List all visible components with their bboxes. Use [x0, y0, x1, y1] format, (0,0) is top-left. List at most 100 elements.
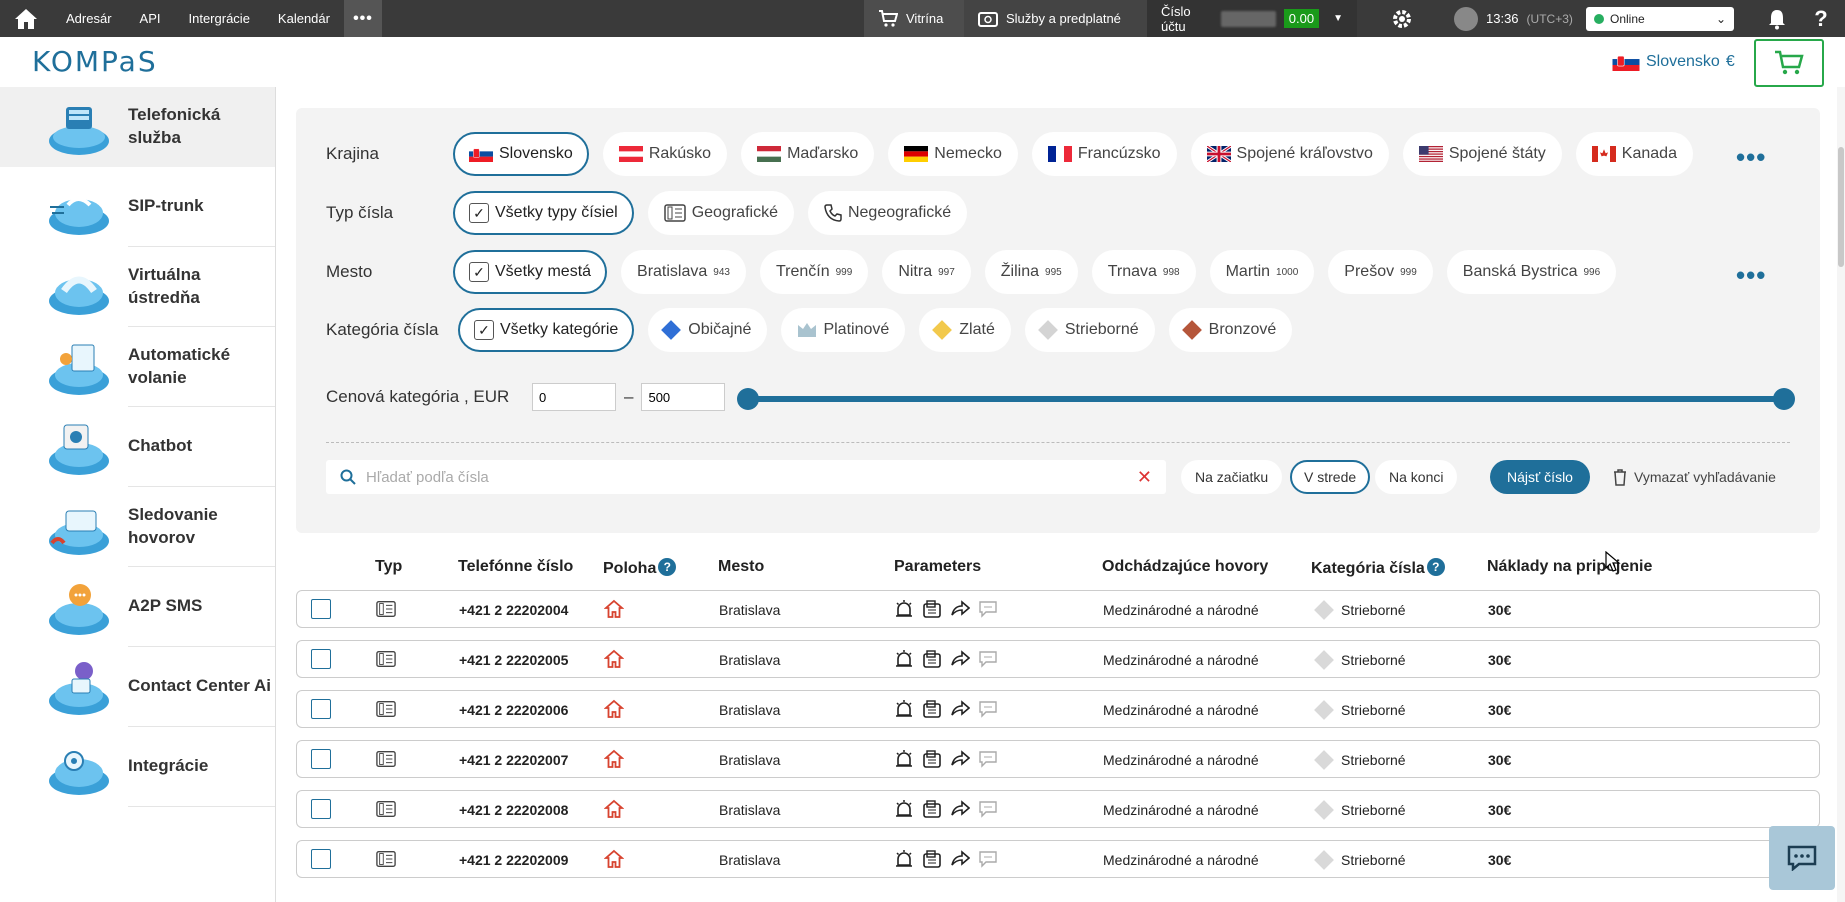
logo[interactable]: KOMPaS [32, 45, 158, 78]
country-chip-slovensko[interactable]: Slovensko [453, 132, 589, 176]
more-cities-icon[interactable]: ••• [1736, 260, 1766, 291]
price-max-input[interactable] [641, 383, 726, 411]
user-clock[interactable]: 13:36 (UTC+3) [1440, 0, 1587, 37]
country-chip-madarsko[interactable]: Maďarsko [741, 132, 875, 176]
sidebar-item-sledovanie-hovorov[interactable]: Sledovanie hovorov [49, 487, 275, 567]
status-select[interactable]: Online ⌄ [1586, 7, 1734, 31]
table-row[interactable]: +421 2 22202009 Bratislava Medzinárodné … [296, 840, 1820, 878]
cart-button[interactable] [1754, 39, 1824, 87]
chip-label: Martin [1225, 263, 1271, 280]
row-checkbox[interactable] [311, 749, 331, 769]
city-chip-presov[interactable]: Prešov 999 [1328, 250, 1433, 294]
help-icon[interactable]: ? [1426, 558, 1445, 576]
country-chip-rakusko[interactable]: Rakúsko [602, 132, 728, 176]
avatar[interactable] [1454, 6, 1478, 31]
gear-icon[interactable] [1384, 0, 1420, 37]
chevron-down-icon: ⌄ [1715, 12, 1726, 26]
table-row[interactable]: +421 2 22202004 Bratislava Medzinárodné … [296, 590, 1820, 628]
nav-api[interactable]: API [126, 0, 175, 37]
sidebar-item-sip-trunk[interactable]: SIP-trunk [49, 167, 275, 247]
help-icon[interactable]: ? [658, 558, 677, 576]
services-button[interactable]: Služby a predplatné [964, 0, 1147, 37]
account-segment[interactable]: Číslo účtu 0.00 ▼ [1147, 0, 1357, 37]
sidebar-item-telefonicka-sluzba[interactable]: Telefonická služba [0, 87, 275, 167]
city-chip-trencin[interactable]: Trenčín 999 [759, 250, 869, 294]
country-chip-nemecko[interactable]: Nemecko [888, 132, 1018, 176]
find-number-button[interactable]: Nájsť číslo [1490, 460, 1590, 494]
table-row[interactable]: +421 2 22202006 Bratislava Medzinárodné … [296, 690, 1820, 728]
category-chip-strieborne[interactable]: Strieborné [1024, 308, 1155, 352]
category-chip-bronzove[interactable]: Bronzové [1168, 308, 1293, 352]
country-chip-francuzsko[interactable]: Francúzsko [1031, 132, 1177, 176]
integration-icon [49, 751, 109, 795]
position-middle-chip[interactable]: V strede [1290, 460, 1371, 494]
row-checkbox[interactable] [311, 849, 331, 869]
currency-symbol: € [1725, 53, 1735, 70]
phone-number: +421 2 22202006 [459, 702, 569, 718]
fax-icon [923, 850, 941, 868]
search-input[interactable] [366, 468, 1127, 486]
type-chip-geographic[interactable]: Geografické [647, 191, 794, 235]
row-checkbox[interactable] [311, 649, 331, 669]
city-chip-nitra[interactable]: Nitra 997 [882, 250, 971, 294]
nav-kalendar[interactable]: Kalendár [264, 0, 344, 37]
home-location-icon [604, 599, 624, 618]
table-row[interactable]: +421 2 22202007 Bratislava Medzinárodné … [296, 740, 1820, 778]
category-chip-obicajne[interactable]: Običajné [648, 308, 768, 352]
slider-handle-min[interactable] [737, 388, 759, 410]
sidebar-item-integracie[interactable]: Integrácie [49, 727, 275, 807]
more-menu-icon[interactable]: ••• [343, 0, 382, 37]
page-scrollbar[interactable] [1837, 87, 1845, 902]
country-chip-kanada[interactable]: Kanada [1575, 132, 1693, 176]
category-chip-zlate[interactable]: Zlaté [919, 308, 1011, 352]
type-chip-nongeographic[interactable]: Negeografické [807, 191, 968, 235]
chevron-down-icon[interactable]: ▼ [1333, 13, 1343, 24]
nav-integracie[interactable]: Intergrácie [175, 0, 264, 37]
country-chip-spojene-staty[interactable]: Spojené štáty [1402, 132, 1562, 176]
vitrina-button[interactable]: Vitrína [864, 0, 964, 37]
hungary-flag-icon [757, 146, 782, 162]
price-slider[interactable] [737, 388, 1795, 410]
city-chip-bratislava[interactable]: Bratislava 943 [621, 250, 746, 294]
sidebar-item-virtualna-ustredna[interactable]: Virtuálna ústredňa [49, 247, 275, 327]
sidebar-item-contact-center-ai[interactable]: Contact Center Ai [49, 647, 275, 727]
clear-search-button[interactable]: Vymazať vyhľadávanie [1612, 460, 1776, 494]
row-checkbox[interactable] [311, 799, 331, 819]
city-chip-zilina[interactable]: Žilina 995 [984, 250, 1078, 294]
help-icon[interactable]: ? [1806, 0, 1836, 37]
scrollbar-thumb[interactable] [1838, 147, 1844, 267]
category-chip-all[interactable]: ✓ Všetky kategórie [458, 308, 635, 352]
row-checkbox[interactable] [311, 699, 331, 719]
chip-label: Nitra [898, 263, 933, 280]
type-chip-all[interactable]: ✓ Všetky typy čísiel [453, 191, 634, 235]
position-start-chip[interactable]: Na začiatku [1181, 460, 1283, 494]
city-chip-trnava[interactable]: Trnava 998 [1091, 250, 1196, 294]
sidebar-item-automaticke-volanie[interactable]: Automatické volanie [49, 327, 275, 407]
sidebar-item-label: Virtuálna ústredňa [128, 264, 201, 307]
city-chip-all[interactable]: ✓ Všetky mestá [453, 250, 608, 294]
sidebar-item-a2p-sms[interactable]: A2P SMS [49, 567, 275, 647]
row-checkbox[interactable] [311, 599, 331, 619]
category-chip-platinove[interactable]: Platinové [781, 308, 906, 352]
nav-adresar[interactable]: Adresár [52, 0, 126, 37]
bell-icon[interactable] [1762, 0, 1792, 37]
home-icon[interactable] [0, 0, 52, 37]
city-chip-martin[interactable]: Martin 1000 [1209, 250, 1315, 294]
table-row[interactable]: +421 2 22202008 Bratislava Medzinárodné … [296, 790, 1820, 828]
country-chip-spojene-kralovstvo[interactable]: Spojené kráľovstvo [1190, 132, 1389, 176]
position-end-chip[interactable]: Na konci [1375, 460, 1458, 494]
price-min-input[interactable] [532, 383, 616, 411]
sidebar-item-chatbot[interactable]: Chatbot [49, 407, 275, 487]
slider-handle-max[interactable] [1773, 388, 1795, 410]
clear-search-icon[interactable]: ✕ [1137, 467, 1152, 488]
col-telefonne-cislo: Telefónne číslo [458, 558, 574, 575]
clock-timezone: (UTC+3) [1526, 11, 1573, 26]
number-search[interactable]: ✕ [326, 460, 1166, 494]
country-selector[interactable]: Slovensko € [1612, 53, 1735, 71]
city-chip-banska-bystrica[interactable]: Banská Bystrica 996 [1446, 250, 1617, 294]
more-countries-icon[interactable]: ••• [1736, 142, 1766, 173]
table-row[interactable]: +421 2 22202005 Bratislava Medzinárodné … [296, 640, 1820, 678]
row-price: 30€ [1488, 652, 1512, 668]
row-outgoing: Medzinárodné a národné [1103, 602, 1259, 618]
chat-button[interactable] [1769, 826, 1835, 890]
